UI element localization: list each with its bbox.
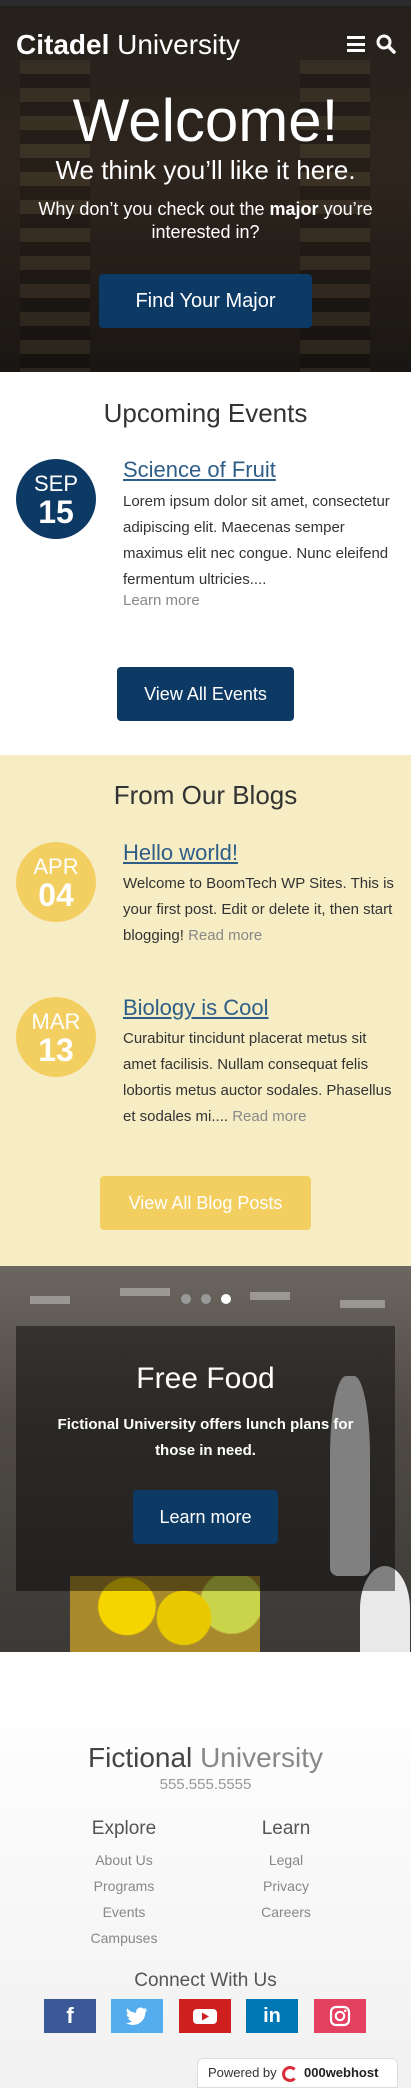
footer-logo-bold: Fictional	[88, 1742, 193, 1773]
powered-by-label: Powered by	[208, 2065, 277, 2080]
event-date-badge[interactable]: SEP 15	[16, 459, 96, 539]
slider-dot-2[interactable]	[201, 1294, 211, 1304]
event-day: 15	[38, 494, 74, 530]
search-icon[interactable]	[376, 34, 396, 54]
slide-title: Free Food	[136, 1362, 275, 1395]
blog-read-more-link[interactable]: Read more	[188, 927, 262, 944]
footer-explore-heading: Explore	[91, 1818, 157, 1839]
ceiling-light	[120, 1288, 170, 1296]
events-section-title: Upcoming Events	[103, 398, 308, 428]
event-month: SEP	[33, 471, 79, 496]
hero-welcome: Welcome!	[72, 87, 339, 154]
powered-by-brand: 000webhost	[304, 2065, 379, 2080]
hamburger-menu-icon[interactable]	[347, 36, 365, 52]
footer-link-events[interactable]: Events	[64, 1904, 184, 1920]
footer-link-privacy[interactable]: Privacy	[226, 1878, 346, 1894]
blog-title-link[interactable]: Hello world!	[123, 840, 238, 866]
blog-date-badge[interactable]: MAR 13	[16, 997, 96, 1077]
hero-prompt-major: major	[269, 199, 319, 219]
connect-heading: Connect With Us	[134, 1970, 277, 1991]
view-all-blog-posts-button[interactable]: View All Blog Posts	[100, 1176, 311, 1230]
footer-link-programs[interactable]: Programs	[64, 1878, 184, 1894]
logo-light: University	[117, 29, 241, 60]
hero-prompt-start: Why don’t you check out the	[38, 199, 270, 219]
blog-title-link[interactable]: Biology is Cool	[123, 995, 269, 1021]
footer-link-about[interactable]: About Us	[64, 1852, 184, 1868]
ceiling-light	[250, 1292, 290, 1300]
event-learn-more-link[interactable]: Learn more	[123, 592, 200, 609]
footer-phone[interactable]: 555.555.5555	[0, 1776, 411, 1793]
footer-link-careers[interactable]: Careers	[226, 1904, 346, 1920]
slide-learn-more-button[interactable]: Learn more	[133, 1490, 278, 1544]
blog-month: MAR	[31, 1009, 81, 1034]
logo-bold: Citadel	[16, 29, 110, 60]
blog-excerpt: Curabitur tincidunt placerat metus sit a…	[123, 1026, 399, 1130]
footer-logo[interactable]: Fictional University	[0, 1742, 411, 1774]
blog-date-badge[interactable]: APR 04	[16, 842, 96, 922]
footer-learn-heading: Learn	[261, 1818, 311, 1839]
ceiling-light	[30, 1296, 70, 1304]
hero-prompt: Why don’t you check out the major you’re…	[0, 198, 411, 244]
youtube-icon[interactable]	[179, 1999, 231, 2033]
event-title-link[interactable]: Science of Fruit	[123, 457, 276, 483]
blog-day: 13	[38, 1032, 74, 1068]
event-excerpt: Lorem ipsum dolor sit amet, consectetur …	[123, 493, 390, 588]
blog-month: APR	[33, 854, 79, 879]
blog-excerpt: Welcome to BoomTech WP Sites. This is yo…	[123, 871, 399, 949]
powered-by-badge[interactable]: Powered by 000webhost	[197, 2058, 398, 2088]
slider-dot-1[interactable]	[181, 1294, 191, 1304]
site-logo[interactable]: Citadel University	[16, 28, 240, 62]
webhost-logo-icon	[282, 2066, 298, 2082]
slider-dot-3[interactable]	[221, 1294, 231, 1304]
footer-link-legal[interactable]: Legal	[226, 1852, 346, 1868]
view-all-events-button[interactable]: View All Events	[117, 667, 294, 721]
blog-read-more-link[interactable]: Read more	[232, 1108, 306, 1125]
slider-dots	[181, 1294, 231, 1304]
footer-logo-light: University	[200, 1742, 323, 1773]
find-your-major-button[interactable]: Find Your Major	[99, 274, 312, 328]
ceiling-light	[340, 1300, 385, 1308]
instagram-icon[interactable]	[314, 1999, 366, 2033]
twitter-icon[interactable]	[111, 1999, 163, 2033]
hero-subtitle: We think you’ll like it here.	[55, 155, 356, 185]
facebook-icon[interactable]: f	[44, 1999, 96, 2033]
footer-link-campuses[interactable]: Campuses	[64, 1930, 184, 1946]
blog-day: 04	[38, 877, 74, 913]
blogs-section-title: From Our Blogs	[113, 780, 298, 810]
linkedin-icon[interactable]: in	[246, 1999, 298, 2033]
slide-text: Fictional University offers lunch plans …	[57, 1416, 354, 1459]
site-header: Citadel University	[0, 6, 411, 86]
